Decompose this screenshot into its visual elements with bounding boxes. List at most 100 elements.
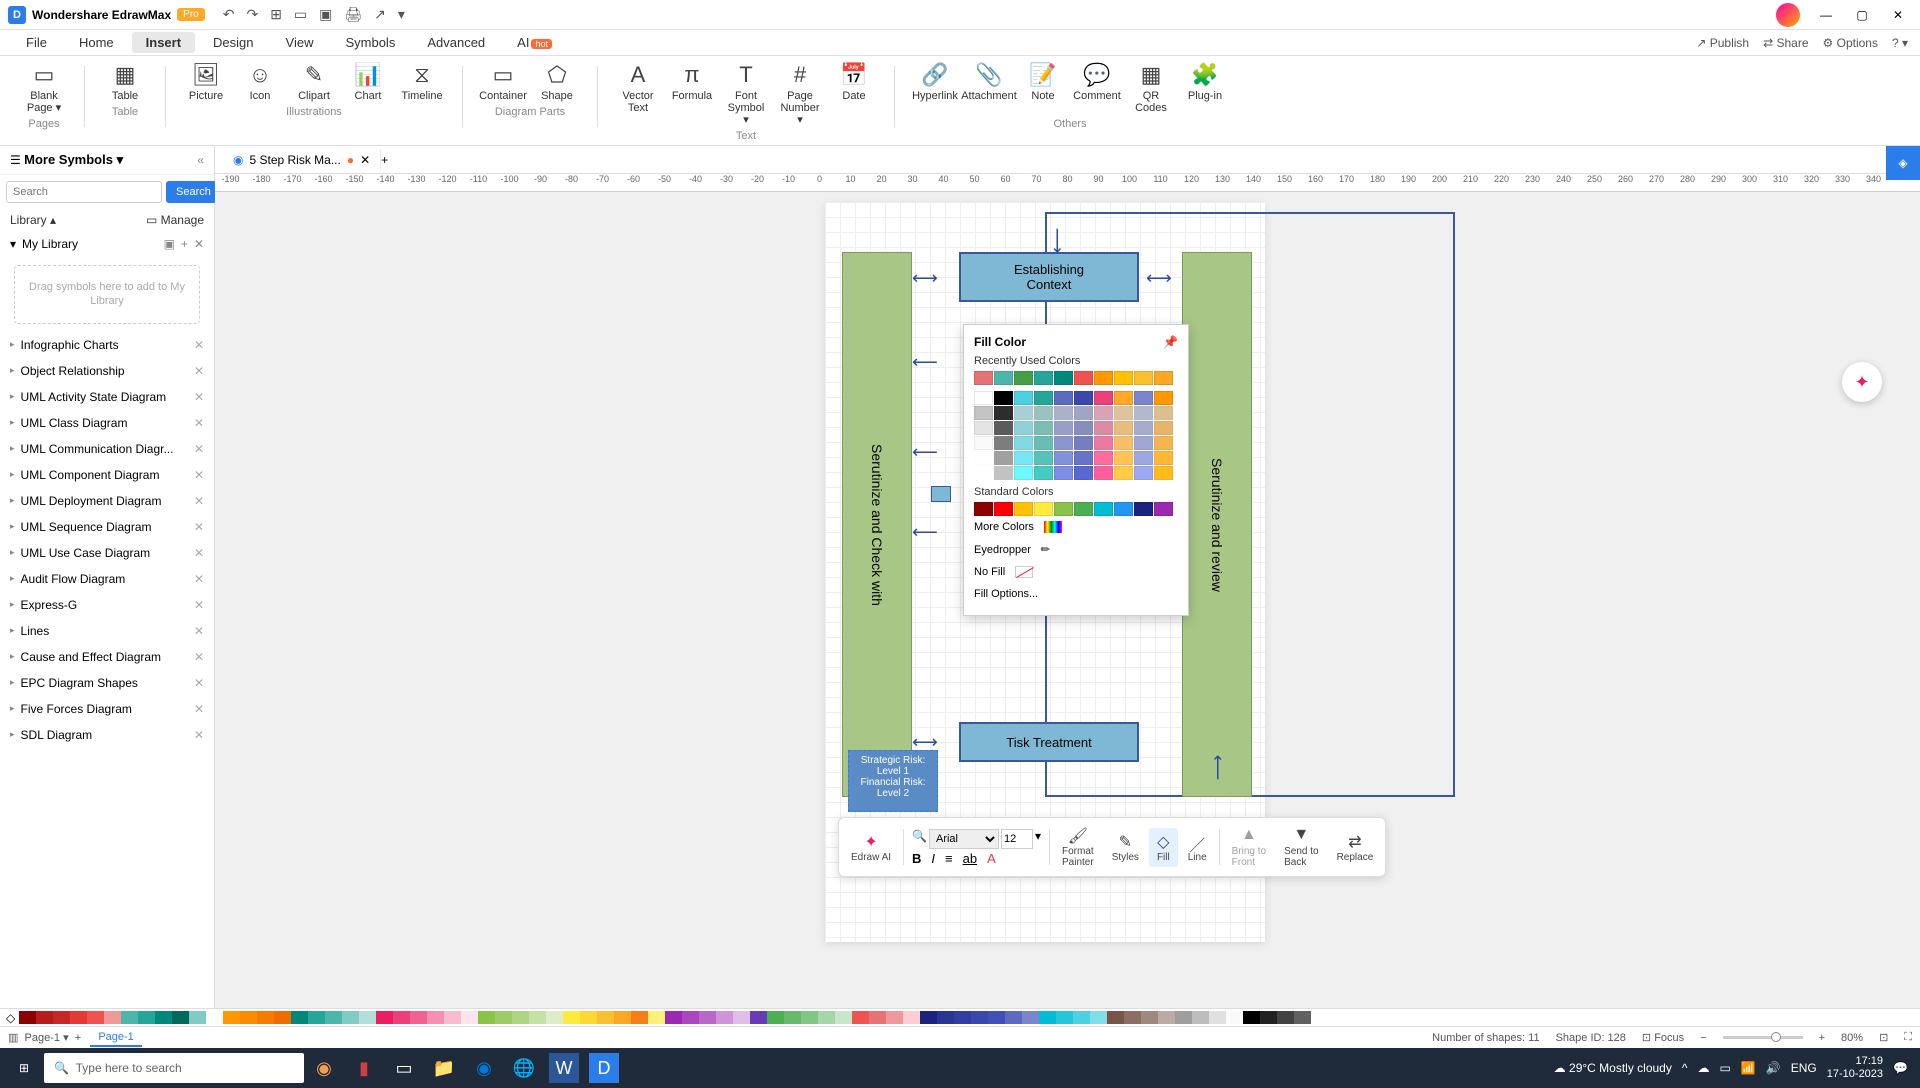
lib-item[interactable]: ▸Infographic Charts✕ bbox=[0, 332, 214, 358]
color-swatch[interactable] bbox=[1154, 436, 1173, 450]
lib-item[interactable]: ▸Lines✕ bbox=[0, 618, 214, 644]
minimize-button[interactable]: — bbox=[1812, 8, 1840, 22]
start-button[interactable]: ⊞ bbox=[4, 1048, 44, 1088]
palette-swatch[interactable] bbox=[1192, 1011, 1209, 1024]
tab-close[interactable]: ✕ bbox=[360, 153, 370, 167]
palette-swatch[interactable] bbox=[274, 1011, 291, 1024]
color-swatch[interactable] bbox=[1034, 371, 1053, 385]
color-swatch[interactable] bbox=[1014, 466, 1033, 480]
palette-swatch[interactable] bbox=[1243, 1011, 1260, 1024]
ribbon-font-symbol-[interactable]: TFontSymbol ▾ bbox=[722, 60, 770, 128]
palette-swatch[interactable] bbox=[342, 1011, 359, 1024]
palette-swatch[interactable] bbox=[1090, 1011, 1107, 1024]
font-size-input[interactable] bbox=[1001, 829, 1033, 849]
lib-item-close[interactable]: ✕ bbox=[194, 728, 204, 742]
ai-assistant-bubble[interactable]: ✦ bbox=[1842, 362, 1882, 402]
palette-swatch[interactable] bbox=[376, 1011, 393, 1024]
color-swatch[interactable] bbox=[1154, 502, 1173, 516]
ribbon-shape[interactable]: ⬠Shape bbox=[533, 60, 581, 104]
palette-swatch[interactable] bbox=[1107, 1011, 1124, 1024]
lib-item[interactable]: ▸UML Activity State Diagram✕ bbox=[0, 384, 214, 410]
lib-item-close[interactable]: ✕ bbox=[194, 676, 204, 690]
palette-swatch[interactable] bbox=[971, 1011, 988, 1024]
palette-swatch[interactable] bbox=[1175, 1011, 1192, 1024]
palette-swatch[interactable] bbox=[138, 1011, 155, 1024]
color-swatch[interactable] bbox=[974, 502, 993, 516]
palette-swatch[interactable] bbox=[36, 1011, 53, 1024]
color-swatch[interactable] bbox=[1034, 391, 1053, 405]
color-swatch[interactable] bbox=[1114, 502, 1133, 516]
color-swatch[interactable] bbox=[1134, 466, 1153, 480]
lib-item[interactable]: ▸UML Deployment Diagram✕ bbox=[0, 488, 214, 514]
edge-button[interactable]: ◉ bbox=[464, 1048, 504, 1088]
lib-item[interactable]: ▸Cause and Effect Diagram✕ bbox=[0, 644, 214, 670]
bold-button[interactable]: B bbox=[912, 851, 921, 866]
color-swatch[interactable] bbox=[1114, 406, 1133, 420]
align-button[interactable]: ≡ bbox=[945, 851, 953, 866]
clock[interactable]: 17:19 17-10-2023 bbox=[1827, 1055, 1883, 1081]
menu-home[interactable]: Home bbox=[65, 32, 128, 53]
color-swatch[interactable] bbox=[1134, 421, 1153, 435]
palette-swatch[interactable] bbox=[359, 1011, 376, 1024]
lib-item[interactable]: ▸Express-G✕ bbox=[0, 592, 214, 618]
palette-swatch[interactable] bbox=[546, 1011, 563, 1024]
palette-swatch[interactable] bbox=[257, 1011, 274, 1024]
color-swatch[interactable] bbox=[1094, 371, 1113, 385]
palette-swatch[interactable] bbox=[1073, 1011, 1090, 1024]
lib-item-close[interactable]: ✕ bbox=[194, 442, 204, 456]
volume-icon[interactable]: 🔊 bbox=[1766, 1061, 1781, 1075]
publish-button[interactable]: ↗ Publish bbox=[1696, 36, 1749, 50]
lib-item-close[interactable]: ✕ bbox=[194, 338, 204, 352]
lib-item[interactable]: ▸Five Forces Diagram✕ bbox=[0, 696, 214, 722]
menu-design[interactable]: Design bbox=[199, 32, 267, 53]
color-swatch[interactable] bbox=[1054, 436, 1073, 450]
palette-swatch[interactable] bbox=[682, 1011, 699, 1024]
lib-item-close[interactable]: ✕ bbox=[194, 650, 204, 664]
menu-symbols[interactable]: Symbols bbox=[331, 32, 409, 53]
color-swatch[interactable] bbox=[1054, 421, 1073, 435]
new-tab[interactable]: + bbox=[381, 153, 388, 167]
ribbon-qr-codes[interactable]: ▦QRCodes bbox=[1127, 60, 1175, 116]
color-swatch[interactable] bbox=[1074, 502, 1093, 516]
color-swatch[interactable] bbox=[1154, 371, 1173, 385]
styles-button[interactable]: ✎Styles bbox=[1104, 828, 1147, 867]
font-search-icon[interactable]: 🔍 bbox=[912, 829, 927, 849]
color-swatch[interactable] bbox=[994, 451, 1013, 465]
pin-icon[interactable]: 📌 bbox=[1163, 335, 1178, 349]
bring-front-button[interactable]: ▲Bring to Front bbox=[1224, 822, 1274, 872]
color-swatch[interactable] bbox=[1074, 406, 1093, 420]
maximize-button[interactable]: ▢ bbox=[1848, 8, 1876, 22]
ribbon-blank-page-[interactable]: ▭BlankPage ▾ bbox=[20, 60, 68, 116]
lib-item-close[interactable]: ✕ bbox=[194, 390, 204, 404]
color-swatch[interactable] bbox=[1154, 421, 1173, 435]
mylib-label[interactable]: My Library bbox=[22, 237, 78, 251]
palette-swatch[interactable] bbox=[648, 1011, 665, 1024]
palette-swatch[interactable] bbox=[835, 1011, 852, 1024]
mylib-close[interactable]: ✕ bbox=[194, 237, 204, 251]
open-button[interactable]: ▭ bbox=[294, 6, 307, 23]
palette-swatch[interactable] bbox=[223, 1011, 240, 1024]
color-swatch[interactable] bbox=[974, 466, 993, 480]
language-indicator[interactable]: ENG bbox=[1791, 1061, 1817, 1075]
library-label[interactable]: Library ▴ bbox=[10, 213, 56, 227]
color-swatch[interactable] bbox=[1054, 406, 1073, 420]
palette-swatch[interactable] bbox=[291, 1011, 308, 1024]
palette-swatch[interactable] bbox=[461, 1011, 478, 1024]
save-button[interactable]: ▣ bbox=[319, 6, 332, 23]
color-swatch[interactable] bbox=[1134, 371, 1153, 385]
color-swatch[interactable] bbox=[1094, 406, 1113, 420]
taskview-button[interactable]: ▭ bbox=[384, 1048, 424, 1088]
palette-swatch[interactable] bbox=[1209, 1011, 1226, 1024]
ribbon-clipart[interactable]: ✎Clipart bbox=[290, 60, 338, 104]
lib-item-close[interactable]: ✕ bbox=[194, 572, 204, 586]
ribbon-attachment[interactable]: 📎Attachment bbox=[965, 60, 1013, 116]
color-swatch[interactable] bbox=[1034, 406, 1053, 420]
palette-swatch[interactable] bbox=[988, 1011, 1005, 1024]
size-dropdown[interactable]: ▾ bbox=[1035, 829, 1041, 849]
palette-swatch[interactable] bbox=[1005, 1011, 1022, 1024]
ribbon-hyperlink[interactable]: 🔗Hyperlink bbox=[911, 60, 959, 116]
palette-swatch[interactable] bbox=[240, 1011, 257, 1024]
lib-item-close[interactable]: ✕ bbox=[194, 598, 204, 612]
color-swatch[interactable] bbox=[1074, 371, 1093, 385]
ribbon-table[interactable]: ▦Table bbox=[101, 60, 149, 104]
